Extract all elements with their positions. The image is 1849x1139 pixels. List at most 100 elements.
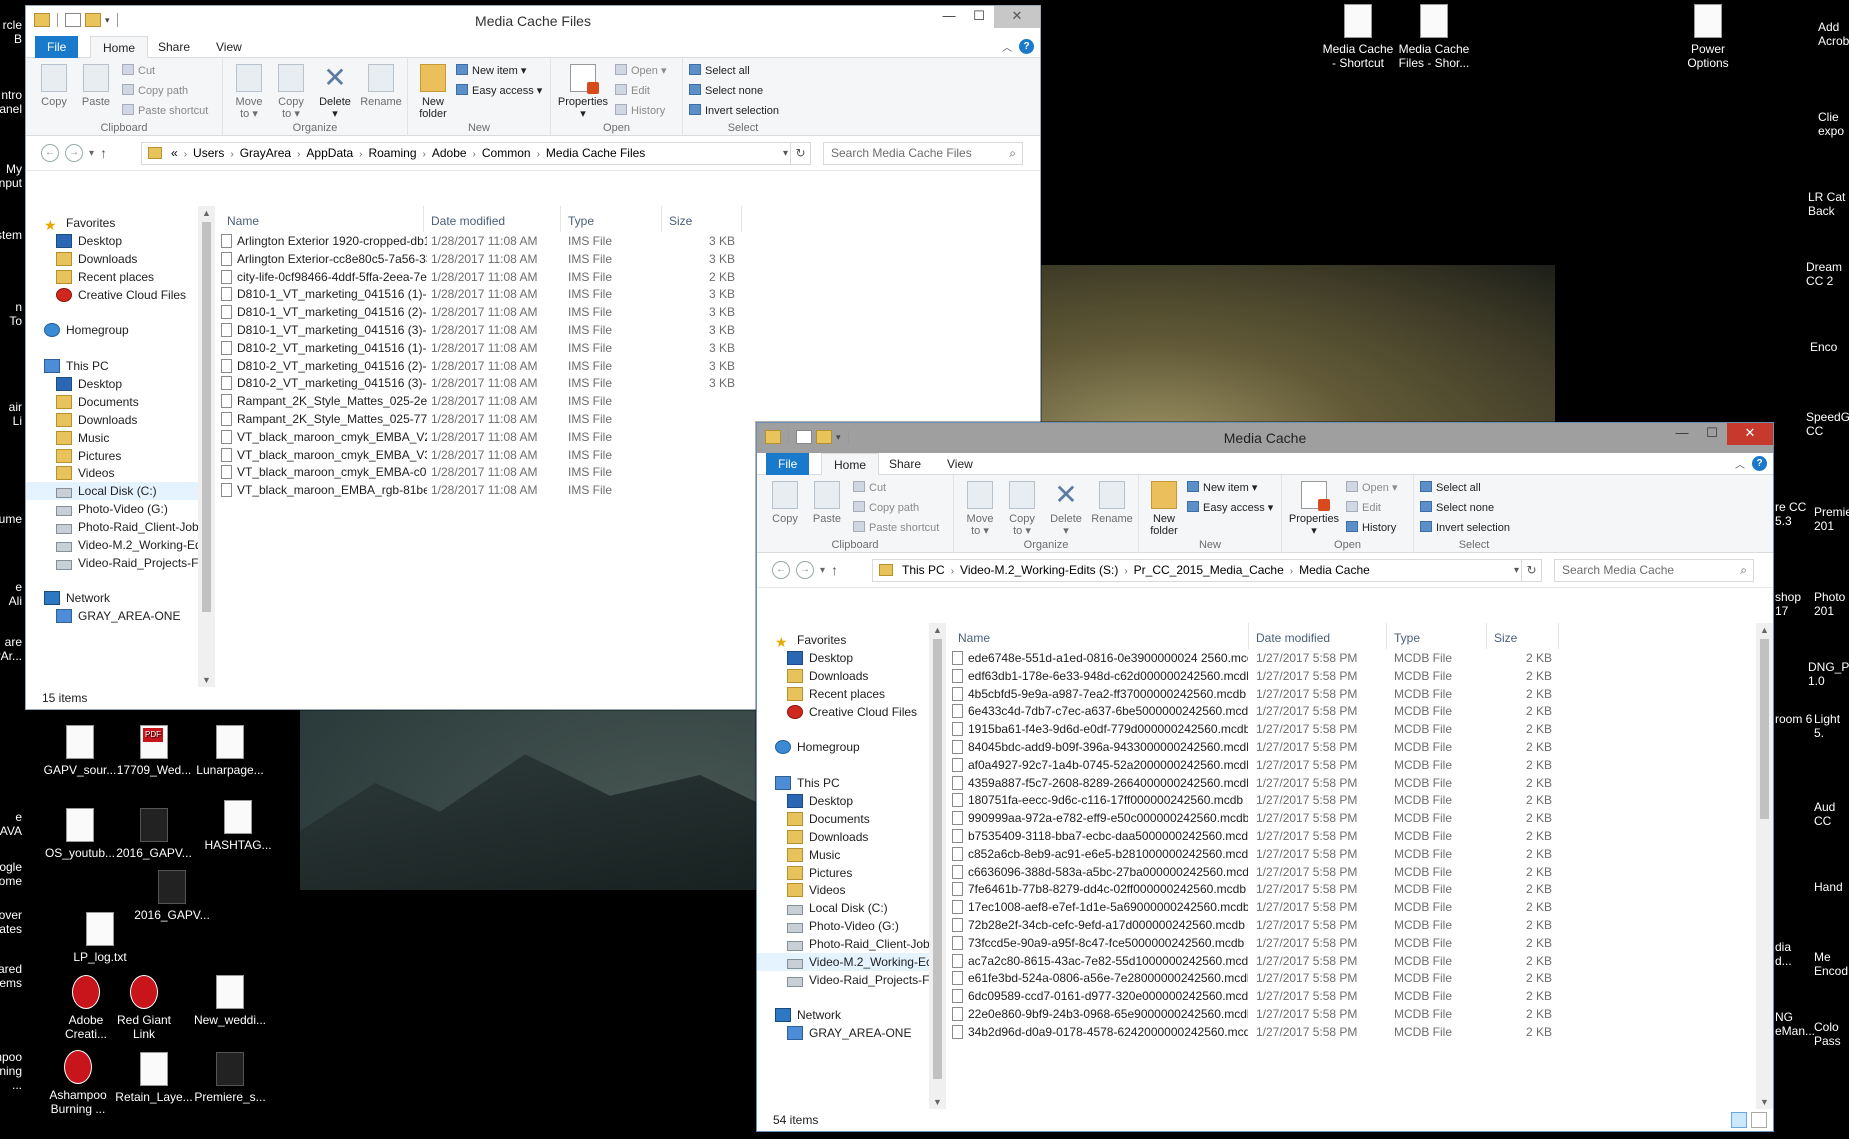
collapse-ribbon-icon[interactable]: ︿ <box>1735 456 1745 471</box>
nav-item[interactable]: Videos <box>26 464 198 482</box>
nav-item[interactable]: Documents <box>26 393 198 411</box>
chevron-right-icon[interactable]: › <box>227 149 236 160</box>
nav-item[interactable]: Video-M.2_Working-Ec <box>757 953 929 971</box>
chevron-right-icon[interactable]: › <box>534 149 543 160</box>
table-row[interactable]: D810-1_VT_marketing_041516 (1)-2223b3...… <box>215 285 1040 303</box>
nav-item[interactable]: Video-M.2_Working-Ed <box>26 536 198 554</box>
paste-button[interactable]: Paste <box>78 64 114 108</box>
column-type[interactable]: Type <box>568 214 594 228</box>
nav-item[interactable]: Documents <box>757 810 929 828</box>
desktop-file[interactable]: New_weddi... <box>182 975 278 1027</box>
forward-button[interactable]: → <box>796 561 814 579</box>
table-row[interactable]: edf63db1-178e-6e33-948d-c62d000000242560… <box>946 667 1756 685</box>
delete-button[interactable]: Delete ▾ <box>1046 481 1086 537</box>
list-scrollbar[interactable]: ▲ ▼ <box>1756 623 1773 1109</box>
tab-file[interactable]: File <box>766 453 810 475</box>
table-row[interactable]: 34b2d96d-d0a9-0178-4578-6242000000242560… <box>946 1023 1756 1041</box>
move-to-button[interactable]: Move to ▾ <box>231 64 267 120</box>
nav-item[interactable]: Desktop <box>26 375 198 393</box>
desktop-edge-icon[interactable]: ampoo ning ... <box>0 1050 22 1092</box>
rename-button[interactable]: Rename <box>359 64 403 108</box>
scroll-thumb[interactable] <box>1760 639 1769 819</box>
forward-button[interactable]: → <box>65 144 83 162</box>
column-type[interactable]: Type <box>1394 631 1420 645</box>
invert-selection-button[interactable]: Invert selection <box>1420 519 1510 537</box>
desktop-edge-icon[interactable]: Clie expo <box>1818 110 1849 138</box>
table-row[interactable]: 6e433c4d-7db7-c7ec-a637-6be5000000242560… <box>946 702 1756 720</box>
table-row[interactable]: 73fccd5e-90a9-a95f-8c47-fce5000000242560… <box>946 934 1756 952</box>
close-button[interactable]: ✕ <box>1727 423 1773 445</box>
desktop-edge-icon[interactable]: Hand <box>1814 880 1849 894</box>
copy-to-button[interactable]: Copy to ▾ <box>1004 481 1040 537</box>
breadcrumb-item[interactable]: Pr_CC_2015_Media_Cache <box>1131 563 1287 577</box>
easy-access-button[interactable]: Easy access ▾ <box>1187 499 1273 517</box>
nav-item[interactable]: Pictures <box>757 864 929 882</box>
table-row[interactable]: D810-2_VT_marketing_041516 (2)-2bb913...… <box>215 357 1040 375</box>
desktop-edge-icon[interactable]: cover plates <box>0 908 22 936</box>
nav-item[interactable]: Downloads <box>757 828 929 846</box>
desktop-file[interactable]: Lunarpage... <box>182 725 278 777</box>
nav-scrollbar[interactable]: ▲ ▼ <box>929 623 946 1109</box>
column-size[interactable]: Size <box>1494 631 1517 645</box>
table-row[interactable]: 84045bdc-add9-b09f-396a-9433000000242560… <box>946 738 1756 756</box>
nav-item[interactable]: Homegroup <box>26 321 198 339</box>
refresh-icon[interactable]: ↻ <box>790 143 810 164</box>
chevron-right-icon[interactable]: › <box>1121 566 1130 577</box>
scroll-down-icon[interactable]: ▼ <box>1756 1095 1773 1109</box>
table-row[interactable]: 17ec1008-aef8-e7ef-1d1e-5a69000000242560… <box>946 898 1756 916</box>
table-row[interactable]: Arlington Exterior 1920-cropped-db13a22.… <box>215 232 1040 250</box>
scroll-up-icon[interactable]: ▲ <box>198 206 215 220</box>
table-row[interactable]: D810-2_VT_marketing_041516 (1)-a2dfc9...… <box>215 339 1040 357</box>
move-to-button[interactable]: Move to ▾ <box>962 481 998 537</box>
edit-button[interactable]: Edit <box>1346 499 1381 517</box>
delete-button[interactable]: Delete ▾ <box>315 64 355 120</box>
nav-item[interactable]: Desktop <box>757 649 929 667</box>
column-date-modified[interactable]: Date modified <box>431 214 505 228</box>
new-folder-button[interactable]: New folder <box>1145 481 1183 537</box>
table-row[interactable]: 6dc09589-ccd7-0161-d977-320e000000242560… <box>946 987 1756 1005</box>
desktop-edge-icon[interactable]: Aud CC <box>1814 800 1849 828</box>
nav-item[interactable]: Downloads <box>757 667 929 685</box>
nav-item[interactable]: Pictures <box>26 447 198 465</box>
chevron-right-icon[interactable]: › <box>181 149 190 160</box>
desktop-edge-icon[interactable]: My nput <box>0 162 22 190</box>
desktop-edge-icon[interactable]: ntro anel <box>0 88 22 116</box>
history-button[interactable]: History <box>615 102 665 120</box>
refresh-icon[interactable]: ↻ <box>1521 560 1541 581</box>
table-row[interactable]: 4b5cbfd5-9e9a-a987-7ea2-ff37000000242560… <box>946 685 1756 703</box>
breadcrumb-item[interactable]: Video-M.2_Working-Edits (S:) <box>957 563 1121 577</box>
desktop-edge-icon[interactable]: hared ems <box>0 962 22 990</box>
nav-item[interactable]: Music <box>26 429 198 447</box>
breadcrumb-item[interactable]: AppData <box>303 146 356 160</box>
nav-item[interactable]: ★ Favorites <box>26 214 198 232</box>
details-view-icon[interactable] <box>1731 1112 1747 1128</box>
scroll-down-icon[interactable]: ▼ <box>929 1095 946 1109</box>
select-all-button[interactable]: Select all <box>689 62 750 80</box>
table-row[interactable]: 180751fa-eecc-9d6c-c116-17ff000000242560… <box>946 791 1756 809</box>
tab-view[interactable]: View <box>935 453 985 475</box>
chevron-right-icon[interactable]: › <box>470 149 479 160</box>
maximize-button[interactable]: ☐ <box>1697 423 1727 445</box>
scroll-up-icon[interactable]: ▲ <box>929 623 946 637</box>
minimize-button[interactable]: — <box>1667 423 1697 445</box>
dropdown-icon[interactable]: ▾ <box>783 143 788 164</box>
column-date-modified[interactable]: Date modified <box>1256 631 1330 645</box>
help-icon[interactable]: ? <box>1752 456 1767 471</box>
nav-item[interactable]: Network <box>757 1006 929 1024</box>
title-bar[interactable]: ▾ Media Cache — ☐ ✕ <box>757 423 1773 453</box>
table-row[interactable]: af0a4927-92c7-1a4b-0745-52a2000000242560… <box>946 756 1756 774</box>
copy-button[interactable]: Copy <box>767 481 803 525</box>
table-row[interactable]: c852a6cb-8eb9-ac91-e6e5-b281000000242560… <box>946 845 1756 863</box>
nav-item[interactable]: GRAY_AREA-ONE <box>757 1024 929 1042</box>
table-row[interactable]: 4359a887-f5c7-2608-8289-2664000000242560… <box>946 774 1756 792</box>
nav-item[interactable]: Downloads <box>26 411 198 429</box>
desktop-file[interactable]: 2016_GAPV... <box>106 808 202 860</box>
select-none-button[interactable]: Select none <box>1420 499 1494 517</box>
breadcrumb-item[interactable]: Media Cache <box>1296 563 1373 577</box>
breadcrumb-item[interactable]: Media Cache Files <box>543 146 648 160</box>
breadcrumb-item[interactable]: This PC <box>899 563 948 577</box>
nav-item[interactable]: Creative Cloud Files <box>26 286 198 304</box>
new-item-button[interactable]: New item ▾ <box>456 62 526 80</box>
nav-item[interactable]: Homegroup <box>757 738 929 756</box>
search-icon[interactable]: ⌕ <box>1740 560 1747 581</box>
